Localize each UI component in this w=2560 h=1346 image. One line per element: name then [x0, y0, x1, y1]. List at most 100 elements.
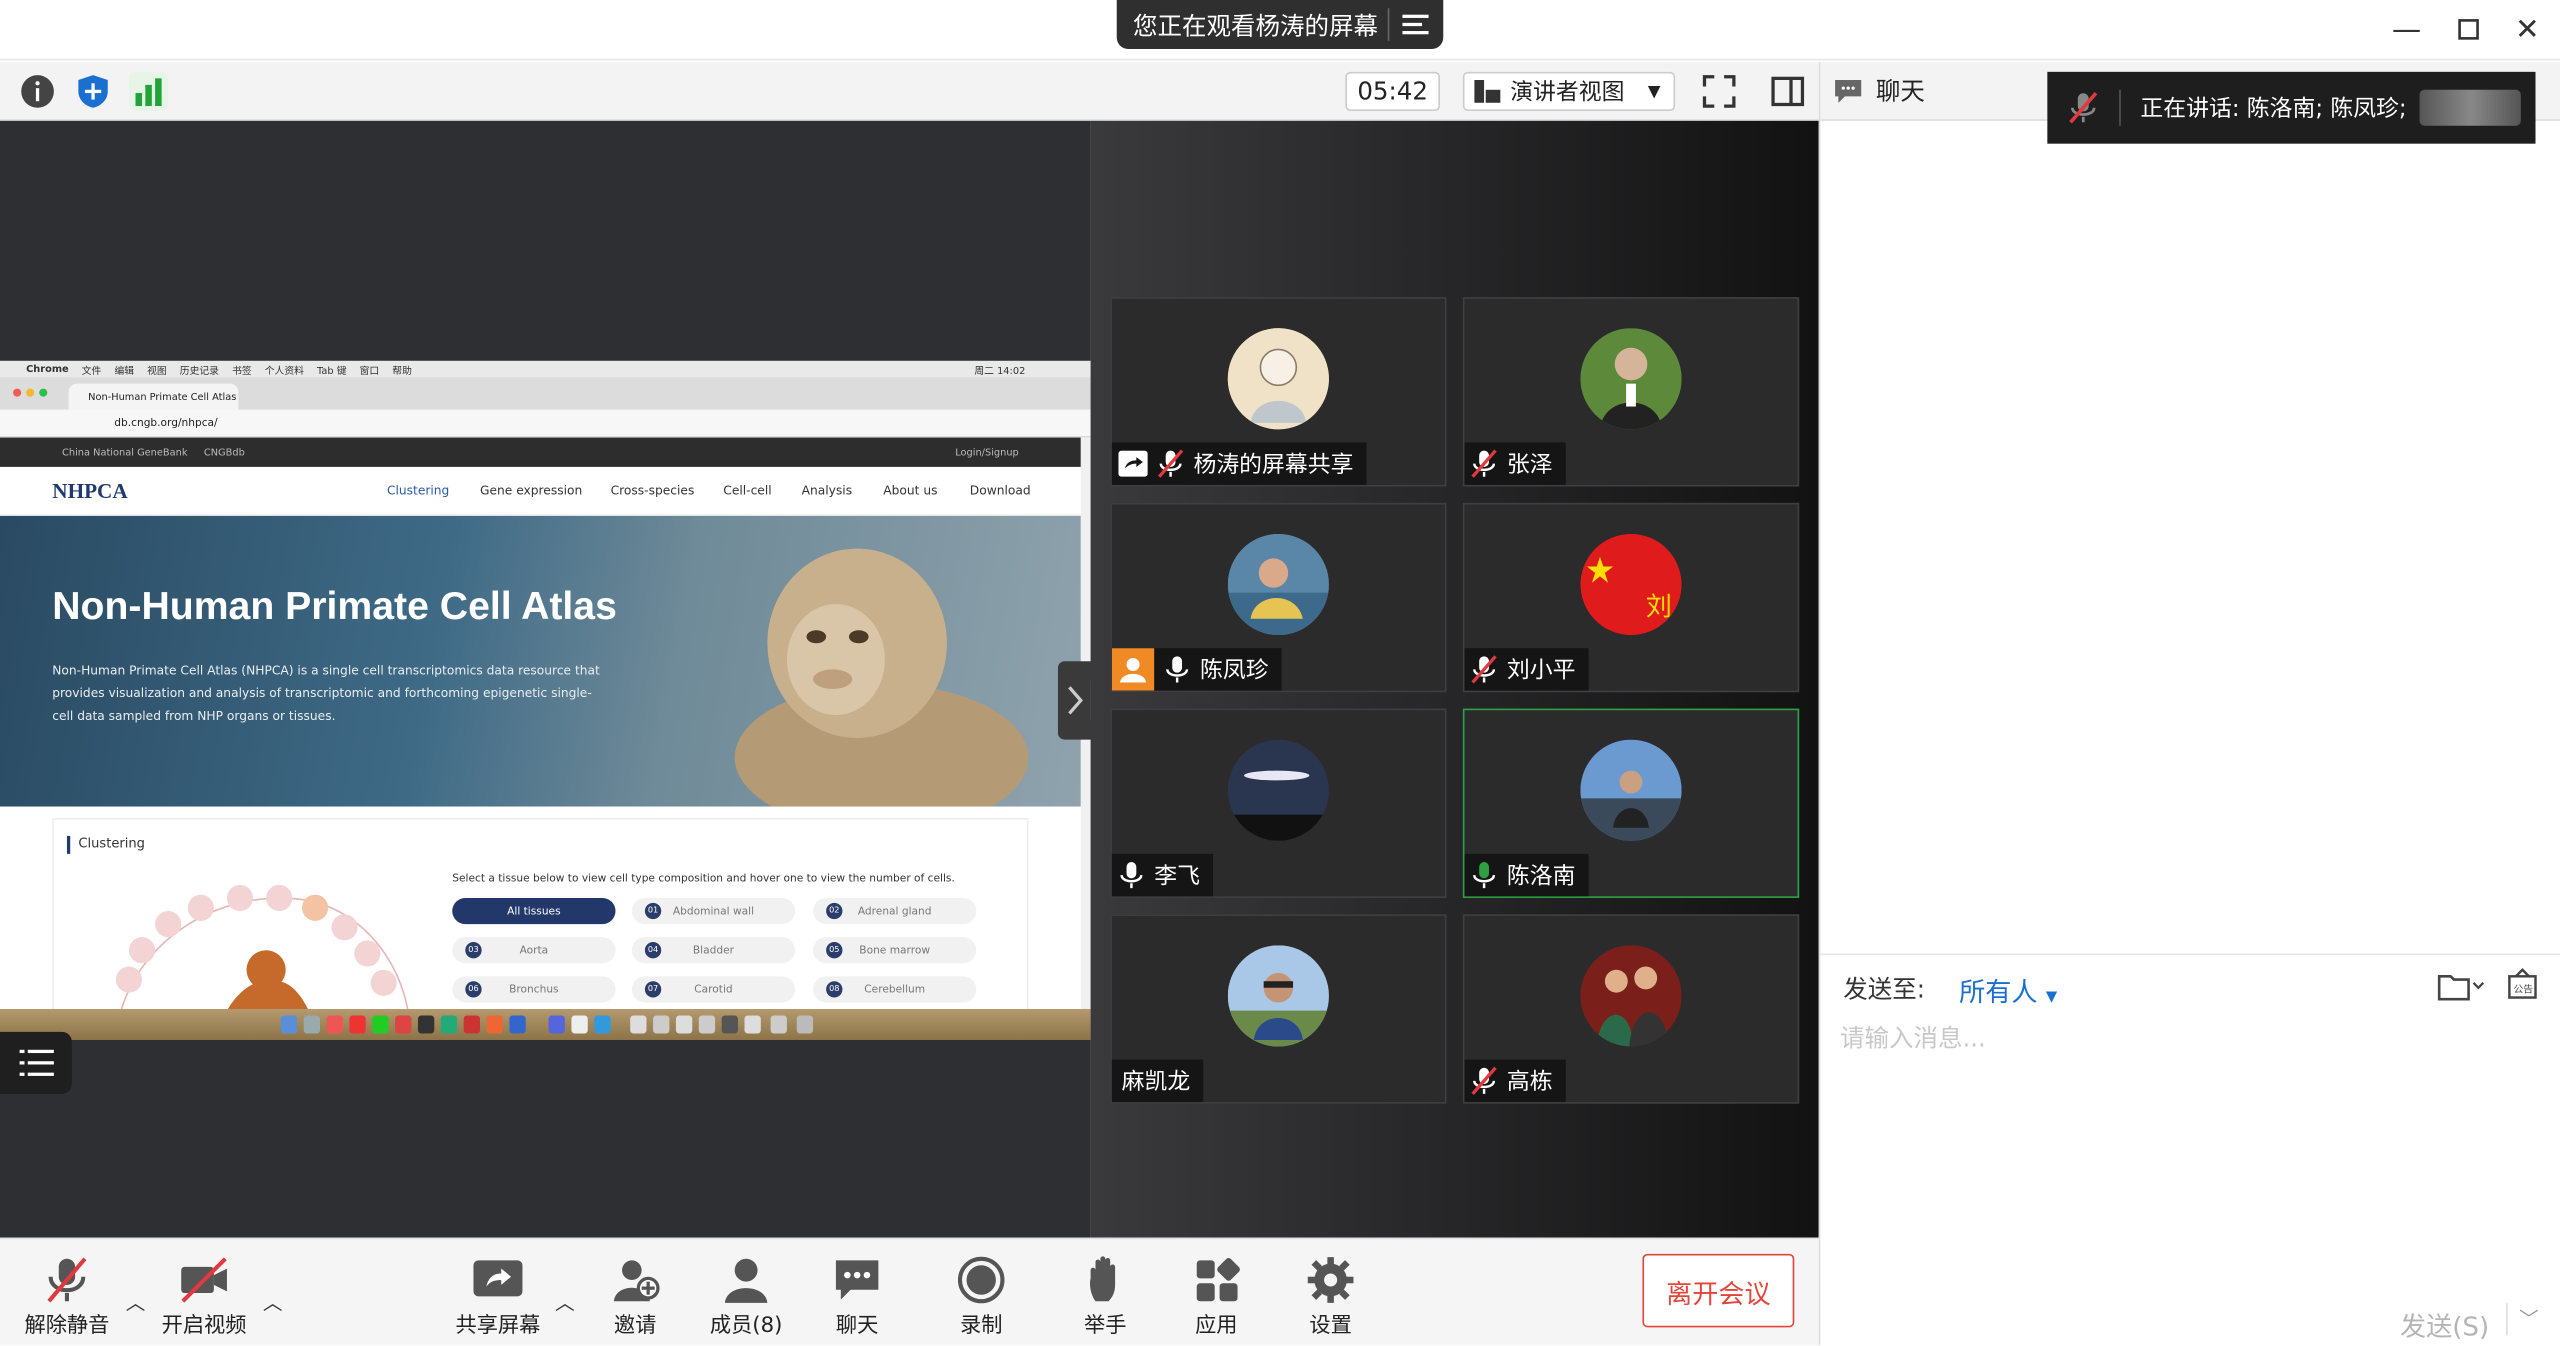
hero-banner: Non-Human Primate Cell Atlas Non-Human P… [0, 515, 1081, 807]
menubar-item: 书签 [232, 364, 252, 377]
tissue-pill[interactable]: 04 Bladder [631, 937, 796, 964]
close-icon[interactable]: ✕ [2511, 12, 2544, 46]
tissue-num: 05 [826, 942, 843, 959]
genebank-link[interactable]: China National GeneBank [62, 447, 188, 458]
apps-button[interactable]: 应用 [1159, 1256, 1273, 1344]
meeting-controls: 解除静音 ︿ 开启视频 ︿ 共享屏幕 ︿ 邀请 成员(8) 聊天 录制 举手 应… [0, 1237, 1819, 1346]
participant-tile-active[interactable]: 陈洛南 [1462, 708, 1800, 898]
leave-meeting-button[interactable]: 离开会议 [1642, 1253, 1795, 1328]
maximize-icon[interactable] [2452, 13, 2485, 46]
tissue-label: Bronchus [509, 982, 559, 996]
tissue-all[interactable]: All tissues [452, 897, 616, 925]
file-folder-icon[interactable] [2437, 971, 2487, 1001]
share-banner[interactable]: 您正在观看杨涛的屏幕 [1116, 0, 1444, 49]
tissue-instruction: Select a tissue below to view cell type … [452, 871, 955, 885]
send-button[interactable]: 发送(S) [2400, 1304, 2489, 1343]
nav-about-us[interactable]: About us [883, 483, 937, 498]
chevron-up-icon[interactable]: ︿ [555, 1288, 575, 1316]
address-bar[interactable]: db.cngb.org/nhpca/ [0, 409, 1091, 438]
view-mode-dropdown[interactable]: 演讲者视图 ▼ [1462, 71, 1676, 112]
unmute-label: 解除静音 [24, 1314, 110, 1339]
gear-icon [1307, 1257, 1354, 1303]
start-video-button[interactable]: 开启视频 [147, 1256, 261, 1344]
participant-name: 高栋 [1506, 1069, 1553, 1096]
sidebar-toggle-icon[interactable] [1768, 72, 1807, 111]
browser-tab[interactable]: Non-Human Primate Cell Atlas [68, 383, 239, 410]
participant-nametag: 陈凤珍 [1111, 648, 1282, 691]
participant-nametag: 刘小平 [1464, 648, 1589, 691]
participant-tile[interactable]: 张泽 [1462, 297, 1800, 487]
tissue-label: Abdominal wall [672, 904, 755, 918]
shared-screen-content[interactable]: Chrome 文件 编辑 视图 历史记录 书签 个人资料 Tab 键 窗口 帮助… [0, 360, 1091, 1040]
cngbdb-link[interactable]: CNGBdb [204, 447, 245, 458]
participant-name: 麻凯龙 [1121, 1069, 1191, 1096]
signal-bars-icon[interactable] [128, 71, 169, 112]
nav-clustering[interactable]: Clustering [387, 483, 449, 498]
collapse-panel-handle[interactable] [1057, 661, 1094, 740]
nhpca-logo[interactable]: NHPCA [52, 478, 127, 504]
avatar [1227, 739, 1329, 841]
tissue-pill[interactable]: 08 Cerebellum [813, 976, 977, 1003]
announcement-icon[interactable]: 公告 [2506, 968, 2539, 1001]
tissue-label: Aorta [519, 943, 549, 957]
chevron-up-icon[interactable]: ︿ [126, 1288, 146, 1316]
participant-nametag: 李飞 [1111, 853, 1214, 897]
raise-hand-button[interactable]: 举手 [1048, 1256, 1162, 1344]
url-text: db.cngb.org/nhpca/ [114, 416, 218, 430]
record-label: 录制 [959, 1314, 1003, 1339]
meeting-toolbar: 05:42 演讲者视图 ▼ [0, 62, 1819, 121]
tissue-pill[interactable]: 03 Aorta [452, 937, 616, 964]
chat-button[interactable]: 聊天 [800, 1256, 914, 1344]
tissue-pill[interactable]: 06 Bronchus [452, 976, 616, 1003]
invite-button[interactable]: 邀请 [578, 1256, 692, 1344]
participant-name: 杨涛的屏幕共享 [1193, 452, 1354, 479]
send-options-chevron-icon[interactable]: ﹀ [2519, 1304, 2539, 1332]
members-button[interactable]: 成员(8) [689, 1256, 803, 1344]
chevron-up-icon[interactable]: ︿ [263, 1288, 283, 1316]
nav-cross-species[interactable]: Cross-species [611, 483, 695, 498]
settings-button[interactable]: 设置 [1273, 1256, 1387, 1344]
participant-tile[interactable]: 刘 刘小平 [1462, 502, 1800, 693]
tissue-label: Carotid [694, 982, 733, 996]
security-shield-icon[interactable] [73, 72, 112, 111]
chat-title: 聊天 [1875, 76, 1925, 107]
share-screen-button[interactable]: 共享屏幕 [441, 1256, 555, 1344]
participant-tile[interactable]: 陈凤珍 [1110, 502, 1447, 693]
clustering-title: Clustering [78, 835, 145, 851]
menubar-item: Chrome [26, 363, 69, 375]
participant-name: 张泽 [1506, 452, 1553, 479]
participant-tile[interactable]: 麻凯龙 [1110, 914, 1447, 1104]
tissue-pill[interactable]: 01 Abdominal wall [631, 897, 796, 925]
participant-tile[interactable]: 杨涛的屏幕共享 [1110, 297, 1447, 487]
nav-analysis[interactable]: Analysis [802, 483, 852, 498]
tissue-num: 04 [644, 942, 662, 959]
unmute-button[interactable]: 解除静音 [10, 1256, 124, 1344]
participant-name: 刘小平 [1506, 657, 1576, 685]
message-input[interactable]: 请输入消息... [1840, 1020, 1986, 1054]
minimize-icon[interactable]: — [2390, 12, 2423, 46]
mic-icon [1166, 656, 1189, 683]
nav-gene-expression[interactable]: Gene expression [480, 483, 582, 498]
tissue-label: Adrenal gland [857, 904, 932, 918]
participant-nametag: 高栋 [1464, 1059, 1566, 1103]
tissue-pill[interactable]: 07 Carotid [631, 976, 796, 1003]
participant-nametag: 张泽 [1464, 442, 1566, 485]
tab-title: Non-Human Primate Cell Atlas [88, 391, 237, 403]
chat-panel: 聊天 正在讲话: 陈洛南; 陈凤珍; 发送至: 所有人 ▼ 公告 请输入消息..… [1818, 62, 2560, 1346]
participant-tile[interactable]: 高栋 [1462, 914, 1800, 1104]
menu-icon[interactable] [1401, 11, 1430, 37]
participant-tile[interactable]: 李飞 [1110, 708, 1447, 898]
apps-icon [1196, 1258, 1240, 1302]
user-badge-icon [1111, 648, 1155, 691]
fullscreen-icon[interactable] [1700, 72, 1739, 111]
nav-cell-cell[interactable]: Cell-cell [723, 483, 771, 498]
list-toggle-button[interactable] [0, 1031, 72, 1094]
tissue-pill[interactable]: 05 Bone marrow [813, 937, 977, 964]
share-screen-label: 共享屏幕 [455, 1314, 541, 1339]
tissue-pill[interactable]: 02 Adrenal gland [813, 897, 977, 925]
nav-download[interactable]: Download [970, 483, 1031, 498]
info-icon[interactable] [18, 72, 57, 111]
send-to-dropdown[interactable]: 所有人 ▼ [1959, 970, 2057, 1009]
record-button[interactable]: 录制 [924, 1256, 1038, 1344]
login-link[interactable]: Login/Signup [955, 447, 1019, 458]
